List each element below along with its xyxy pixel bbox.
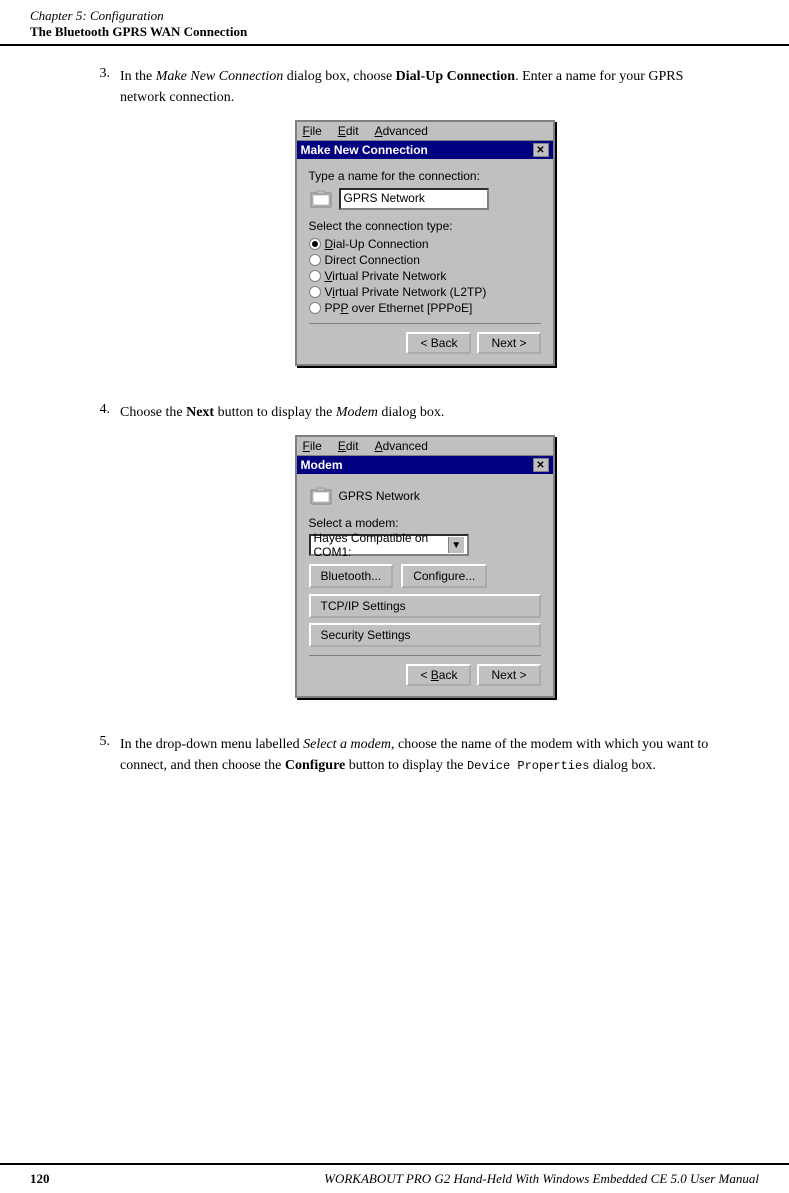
dialog2-container: File Edit Advanced Modem ✕ [120,435,729,698]
dialog1-btn-row: < Back Next > [309,332,541,354]
dialog2-btn-row: < Back Next > [309,664,541,686]
dialog2-network-row: GPRS Network [309,484,541,508]
section-label: The Bluetooth GPRS WAN Connection [30,24,759,40]
modem-dialog: File Edit Advanced Modem ✕ [295,435,555,698]
dialog1-back-button[interactable]: < Back [406,332,471,354]
dialog2-separator [309,655,541,656]
dialog2-back-button[interactable]: < Back [406,664,471,686]
dialog2-modem-label: Select a modem: [309,516,541,530]
dialog1-name-row: GPRS Network [309,187,541,211]
page-header: Chapter 5: Configuration The Bluetooth G… [0,0,789,46]
radio-direct[interactable]: Direct Connection [309,253,541,267]
dialog1-separator [309,323,541,324]
menu-advanced[interactable]: Advanced [375,124,428,138]
dialog1-menubar: File Edit Advanced [297,122,553,141]
modem-network-icon [309,484,333,508]
radio-vpn[interactable]: Virtual Private Network [309,269,541,283]
step-3: 3. In the Make New Connection dialog box… [80,66,729,378]
menu-file[interactable]: File [303,124,322,138]
tcp-ip-settings-button[interactable]: TCP/IP Settings [309,594,541,618]
modem-top-btns: Bluetooth... Configure... [309,564,541,588]
dialog2-close-button[interactable]: ✕ [533,458,549,472]
main-content: 3. In the Make New Connection dialog box… [0,46,789,832]
menu2-advanced[interactable]: Advanced [375,439,428,453]
step-5-number: 5. [80,734,110,788]
dialog2-next-button[interactable]: Next > [477,664,540,686]
page-footer: 120 WORKABOUT PRO G2 Hand-Held With Wind… [0,1163,789,1193]
step-4-body: Choose the Next button to display the Mo… [120,402,729,710]
footer-page-number: 120 [30,1171,50,1187]
dialog2-title: Modem [301,458,343,472]
step-4-number: 4. [80,402,110,710]
radio-dialup-label: Dial-Up Connection [325,237,429,251]
radio-pppoe-btn[interactable] [309,302,321,314]
dialog1-container: File Edit Advanced Make New Connection ✕… [120,120,729,366]
step-5: 5. In the drop-down menu labelled Select… [80,734,729,788]
radio-vpn-l2tp-btn[interactable] [309,286,321,298]
radio-vpn-btn[interactable] [309,270,321,282]
dialog2-menubar: File Edit Advanced [297,437,553,456]
radio-direct-btn[interactable] [309,254,321,266]
security-settings-button[interactable]: Security Settings [309,623,541,647]
dialog1-close-button[interactable]: ✕ [533,143,549,157]
dialog1-next-button[interactable]: Next > [477,332,540,354]
step-3-body: In the Make New Connection dialog box, c… [120,66,729,378]
dialog1-type-label: Select the connection type: [309,219,541,233]
configure-button[interactable]: Configure... [401,564,487,588]
menu-edit[interactable]: Edit [338,124,359,138]
make-new-connection-dialog: File Edit Advanced Make New Connection ✕… [295,120,555,366]
bluetooth-button[interactable]: Bluetooth... [309,564,394,588]
step-4: 4. Choose the Next button to display the… [80,402,729,710]
radio-dialup[interactable]: Dial-Up Connection [309,237,541,251]
radio-pppoe[interactable]: PPP over Ethernet [PPPoE] [309,301,541,315]
menu2-edit[interactable]: Edit [338,439,359,453]
step-4-text: Choose the Next button to display the Mo… [120,402,729,423]
chapter-label: Chapter 5: Configuration [30,8,759,24]
radio-dialup-btn[interactable] [309,238,321,250]
radio-vpn-label: Virtual Private Network [325,269,447,283]
dialog2-titlebar: Modem ✕ [297,456,553,474]
step-5-body: In the drop-down menu labelled Select a … [120,734,729,788]
radio-vpn-l2tp[interactable]: Virtual Private Network (L2TP) [309,285,541,299]
step-5-text: In the drop-down menu labelled Select a … [120,734,729,776]
footer-title: WORKABOUT PRO G2 Hand-Held With Windows … [324,1171,759,1187]
radio-direct-label: Direct Connection [325,253,420,267]
step-3-number: 3. [80,66,110,378]
dialog2-body: GPRS Network Select a modem: Hayes Compa… [297,474,553,696]
dialog2-network-name: GPRS Network [339,489,420,503]
radio-vpn-l2tp-label: Virtual Private Network (L2TP) [325,285,487,299]
dialog1-titlebar: Make New Connection ✕ [297,141,553,159]
dialog2-modem-row: Hayes Compatible on COM1: ▼ [309,534,541,556]
radio-pppoe-label: PPP over Ethernet [PPPoE] [325,301,473,315]
step-3-text: In the Make New Connection dialog box, c… [120,66,729,108]
dropdown-arrow-icon: ▼ [448,537,464,553]
dialog1-name-label: Type a name for the connection: [309,169,541,183]
dialog2-modem-dropdown[interactable]: Hayes Compatible on COM1: ▼ [309,534,469,556]
menu2-file[interactable]: File [303,439,322,453]
dialog1-name-input[interactable]: GPRS Network [339,188,489,210]
dialog1-body: Type a name for the connection: GPR [297,159,553,364]
connection-icon [309,187,333,211]
dialog1-title: Make New Connection [301,143,428,157]
